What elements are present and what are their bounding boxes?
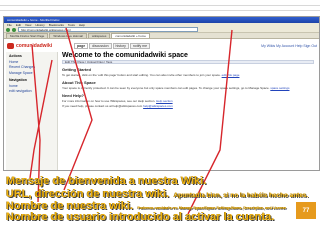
tab-history[interactable]: history xyxy=(112,43,129,49)
section-body: To get started, click on the 'edit this … xyxy=(62,73,221,77)
section-text: Your space is currently protected. It ca… xyxy=(62,86,314,90)
menu-file[interactable]: File xyxy=(7,23,12,27)
wiki-name: comunidadwiki xyxy=(16,43,53,49)
forward-icon[interactable] xyxy=(12,27,16,32)
section-body: For more information on how to use Wikis… xyxy=(62,99,156,103)
caption-line: URL, dirección de nuestra wiki. Apuntadl… xyxy=(6,187,308,200)
section-link[interactable]: space settings xyxy=(270,86,289,90)
caption-line: Mensaje de bienvenida a nuestra Wiki. xyxy=(6,175,207,187)
browser-tab[interactable]: Mozilla Firefox Start Page xyxy=(6,33,49,38)
section-body: If you need help, please contact us at h… xyxy=(62,104,143,108)
browser-tabs: Mozilla Firefox Start Page Windows Live … xyxy=(4,33,319,39)
wikispaces-logo-icon xyxy=(7,43,14,49)
top-rule-2 xyxy=(0,10,320,11)
section-text: For more information on how to use Wikis… xyxy=(62,99,314,103)
tab-notify[interactable]: notify me xyxy=(129,43,151,49)
window-title: comunidadwiki » home - Mozilla Firefox xyxy=(7,18,60,22)
caption-line: Nombre de nuestra wiki. Podemos cambiarl… xyxy=(6,199,296,212)
browser-tab-active[interactable]: comunidadwiki » home xyxy=(111,33,150,38)
section-heading: Getting Started xyxy=(62,67,91,72)
top-rule xyxy=(0,5,320,6)
section-body: Your space is currently protected. It ca… xyxy=(62,86,270,90)
tab-page[interactable]: page xyxy=(74,43,89,49)
contact-email-link[interactable]: help@wikispaces.com xyxy=(143,104,173,108)
back-icon[interactable] xyxy=(6,27,10,32)
address-field[interactable]: http://comunidadwiki.wikispaces.com/ xyxy=(18,27,198,32)
wiki-page-tabs: page discussion history notify me xyxy=(74,43,151,49)
tab-discussion[interactable]: discussion xyxy=(89,43,112,49)
slide-number-badge: 77 xyxy=(296,202,316,219)
wiki-page: comunidadwiki page discussion history no… xyxy=(4,40,319,170)
section-heading: Need Help? xyxy=(62,93,85,98)
section-text: To get started, click on the 'edit this … xyxy=(62,73,314,77)
browser-screenshot: comunidadwiki » home - Mozilla Firefox F… xyxy=(3,16,320,171)
section-heading: About This Space xyxy=(62,80,96,85)
caption-note: Apuntadla bien, si no la habéis hecho an… xyxy=(173,192,309,199)
section-link[interactable]: Help section xyxy=(156,99,173,103)
browser-tab[interactable]: wikispaces xyxy=(87,33,111,38)
caption-block: Mensaje de bienvenida a nuestra Wiki. UR… xyxy=(6,175,308,223)
section-link[interactable]: edit this page xyxy=(222,73,240,77)
caption-note: Podemos cambiarlo en: Manage Space/Space… xyxy=(137,206,287,210)
page-title: Welcome to the comunidadwiki space xyxy=(62,52,188,59)
caption-line: Nombre de usuario introducido al activar… xyxy=(6,211,275,223)
user-links[interactable]: My Wikis My Account Help Sign Out xyxy=(261,44,317,48)
wiki-sidebar: Actions Home Recent Changes Manage Space… xyxy=(6,52,58,170)
edit-toolbar[interactable]: Edit This Page | Upload Files | Tags xyxy=(62,60,314,64)
slide: comunidadwiki » home - Mozilla Firefox F… xyxy=(0,0,320,240)
sidebar-item-edit-navigation[interactable]: edit navigation xyxy=(6,89,57,95)
wiki-main: Welcome to the comunidadwiki space Edit … xyxy=(62,52,314,108)
browser-tab[interactable]: Windows Live Hotmail xyxy=(49,33,87,38)
sidebar-item-manage-space[interactable]: Manage Space xyxy=(6,71,57,77)
section-text: If you need help, please contact us at h… xyxy=(62,104,314,108)
wiki-logo[interactable]: comunidadwiki xyxy=(7,42,52,50)
